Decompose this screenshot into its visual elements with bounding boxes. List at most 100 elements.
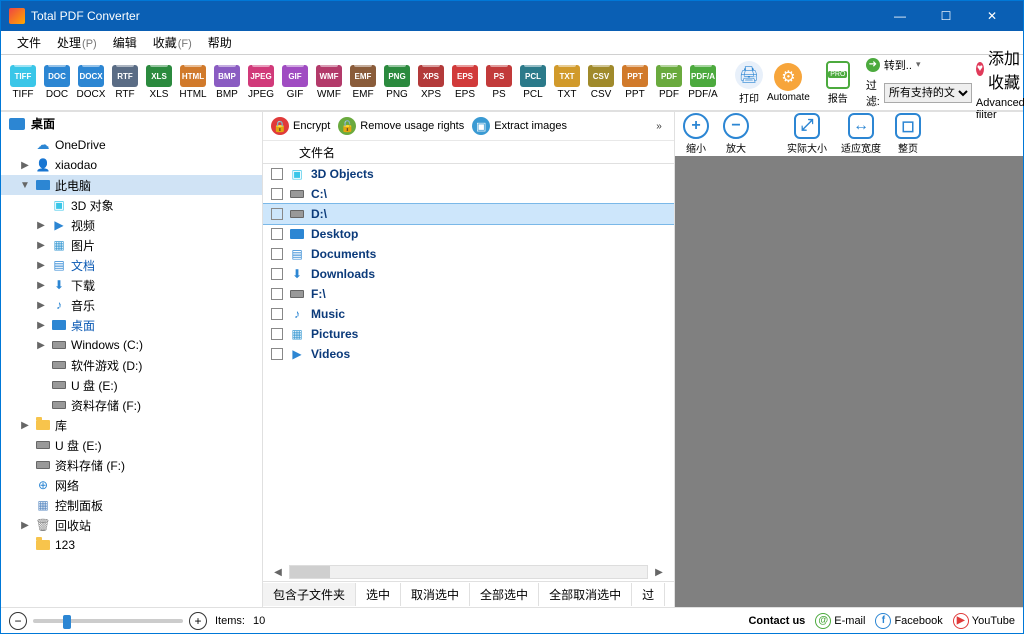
tree-item[interactable]: 资料存储 (F:)	[1, 455, 262, 475]
selection-tab[interactable]: 全部选中	[470, 583, 539, 606]
tree-root[interactable]: 桌面	[1, 112, 262, 135]
tree-item[interactable]: ▶⬇下载	[1, 275, 262, 295]
email-link[interactable]: @ E-mail	[815, 613, 865, 629]
expand-arrow-icon[interactable]: ▼	[19, 180, 31, 191]
encrypt-button[interactable]: 🔒 Encrypt	[271, 117, 330, 135]
zoom-2[interactable]: ⤢实际大小	[787, 113, 827, 155]
zoom-in-button[interactable]: +	[189, 612, 207, 630]
format-docx[interactable]: DOCXDOCX	[75, 65, 107, 100]
extract-images-button[interactable]: ▣ Extract images	[472, 117, 567, 135]
tree-item[interactable]: 123	[1, 535, 262, 555]
selection-tab[interactable]: 过	[632, 583, 665, 606]
expand-arrow-icon[interactable]: ▶	[35, 220, 47, 231]
checkbox[interactable]	[271, 268, 283, 280]
file-list-header[interactable]: 文件名	[263, 140, 674, 164]
zoom-0[interactable]: +缩小	[683, 113, 709, 155]
file-item[interactable]: ♪Music	[263, 304, 674, 324]
zoom-3[interactable]: ↔适应宽度	[841, 113, 881, 155]
tree-item[interactable]: ⊕网络	[1, 475, 262, 495]
tree-item[interactable]: ▶▤文档	[1, 255, 262, 275]
youtube-link[interactable]: ▶ YouTube	[953, 613, 1015, 629]
expand-arrow-icon[interactable]: ▶	[35, 240, 47, 251]
expand-arrow-icon[interactable]: ▶	[35, 340, 47, 351]
file-item[interactable]: ▦Pictures	[263, 324, 674, 344]
tree-item[interactable]: U 盘 (E:)	[1, 375, 262, 395]
format-wmf[interactable]: WMFWMF	[313, 65, 345, 100]
checkbox[interactable]	[271, 228, 283, 240]
checkbox[interactable]	[271, 248, 283, 260]
file-item[interactable]: ▣3D Objects	[263, 164, 674, 184]
automate-button[interactable]: ⚙ Automate	[767, 63, 810, 103]
format-pcl[interactable]: PCLPCL	[517, 65, 549, 100]
facebook-link[interactable]: f Facebook	[875, 613, 942, 629]
expand-arrow-icon[interactable]: ▶	[35, 260, 47, 271]
tree-item[interactable]: U 盘 (E:)	[1, 435, 262, 455]
checkbox[interactable]	[271, 288, 283, 300]
maximize-button[interactable]: ☐	[923, 1, 969, 31]
menu-收藏[interactable]: 收藏(F)	[145, 32, 200, 53]
format-pdf[interactable]: PDFPDF	[653, 65, 685, 100]
format-pdf/a[interactable]: PDF/APDF/A	[687, 65, 719, 100]
tree-item[interactable]: ▶桌面	[1, 315, 262, 335]
format-tiff[interactable]: TIFFTIFF	[7, 65, 39, 100]
file-item[interactable]: F:\	[263, 284, 674, 304]
zoom-1[interactable]: −放大	[723, 113, 749, 155]
file-item[interactable]: ▤Documents	[263, 244, 674, 264]
scroll-left-icon[interactable]: ◀	[271, 567, 285, 578]
checkbox[interactable]	[271, 308, 283, 320]
report-button[interactable]: PRO 报告	[826, 61, 850, 105]
format-xps[interactable]: XPSXPS	[415, 65, 447, 100]
selection-tab[interactable]: 包含子文件夹	[263, 583, 356, 606]
expand-arrow-icon[interactable]: ▶	[35, 300, 47, 311]
checkbox[interactable]	[271, 348, 283, 360]
expand-arrow-icon[interactable]: ▶	[19, 420, 31, 431]
favorite-button[interactable]: ♥ 添加收藏	[976, 45, 1024, 93]
tree-item[interactable]: ▦控制面板	[1, 495, 262, 515]
remove-rights-button[interactable]: 🔓 Remove usage rights	[338, 117, 464, 135]
tree-item[interactable]: ☁OneDrive	[1, 135, 262, 155]
tree-item[interactable]: ▶👤xiaodao	[1, 155, 262, 175]
format-rtf[interactable]: RTFRTF	[109, 65, 141, 100]
print-button[interactable]: 🖨 打印	[735, 61, 763, 105]
file-item[interactable]: C:\	[263, 184, 674, 204]
tree-item[interactable]: ▶Windows (C:)	[1, 335, 262, 355]
zoom-slider[interactable]	[33, 619, 183, 623]
file-item[interactable]: D:\	[263, 204, 674, 224]
format-gif[interactable]: GIFGIF	[279, 65, 311, 100]
menu-处理[interactable]: 处理(P)	[49, 32, 105, 53]
format-ps[interactable]: PSPS	[483, 65, 515, 100]
tree-item[interactable]: ▶▶视频	[1, 215, 262, 235]
scroll-right-icon[interactable]: ▶	[652, 567, 666, 578]
checkbox[interactable]	[271, 188, 283, 200]
selection-tab[interactable]: 选中	[356, 583, 401, 606]
selection-tab[interactable]: 取消选中	[401, 583, 470, 606]
format-ppt[interactable]: PPTPPT	[619, 65, 651, 100]
menu-文件[interactable]: 文件	[9, 32, 49, 53]
format-html[interactable]: HTMLHTML	[177, 65, 209, 100]
zoom-4[interactable]: ◻整页	[895, 113, 921, 155]
expand-arrow-icon[interactable]: ▶	[35, 320, 47, 331]
file-item[interactable]: ⬇Downloads	[263, 264, 674, 284]
expand-icon[interactable]: »	[652, 121, 666, 132]
expand-arrow-icon[interactable]: ▶	[19, 520, 31, 531]
tree-item[interactable]: ▶▦图片	[1, 235, 262, 255]
expand-arrow-icon[interactable]: ▶	[19, 160, 31, 171]
checkbox[interactable]	[271, 168, 283, 180]
tree-item[interactable]: ▣3D 对象	[1, 195, 262, 215]
close-button[interactable]: ✕	[969, 1, 1015, 31]
format-bmp[interactable]: BMPBMP	[211, 65, 243, 100]
format-emf[interactable]: EMFEMF	[347, 65, 379, 100]
file-item[interactable]: Desktop	[263, 224, 674, 244]
tree-item[interactable]: ▶🗑回收站	[1, 515, 262, 535]
format-txt[interactable]: TXTTXT	[551, 65, 583, 100]
tree-item[interactable]: ▶♪音乐	[1, 295, 262, 315]
horizontal-scrollbar[interactable]: ◀ ▶	[263, 563, 674, 581]
format-csv[interactable]: CSVCSV	[585, 65, 617, 100]
checkbox[interactable]	[271, 328, 283, 340]
format-xls[interactable]: XLSXLS	[143, 65, 175, 100]
format-eps[interactable]: EPSEPS	[449, 65, 481, 100]
checkbox[interactable]	[271, 208, 283, 220]
format-png[interactable]: PNGPNG	[381, 65, 413, 100]
zoom-out-button[interactable]: −	[9, 612, 27, 630]
selection-tab[interactable]: 全部取消选中	[539, 583, 632, 606]
